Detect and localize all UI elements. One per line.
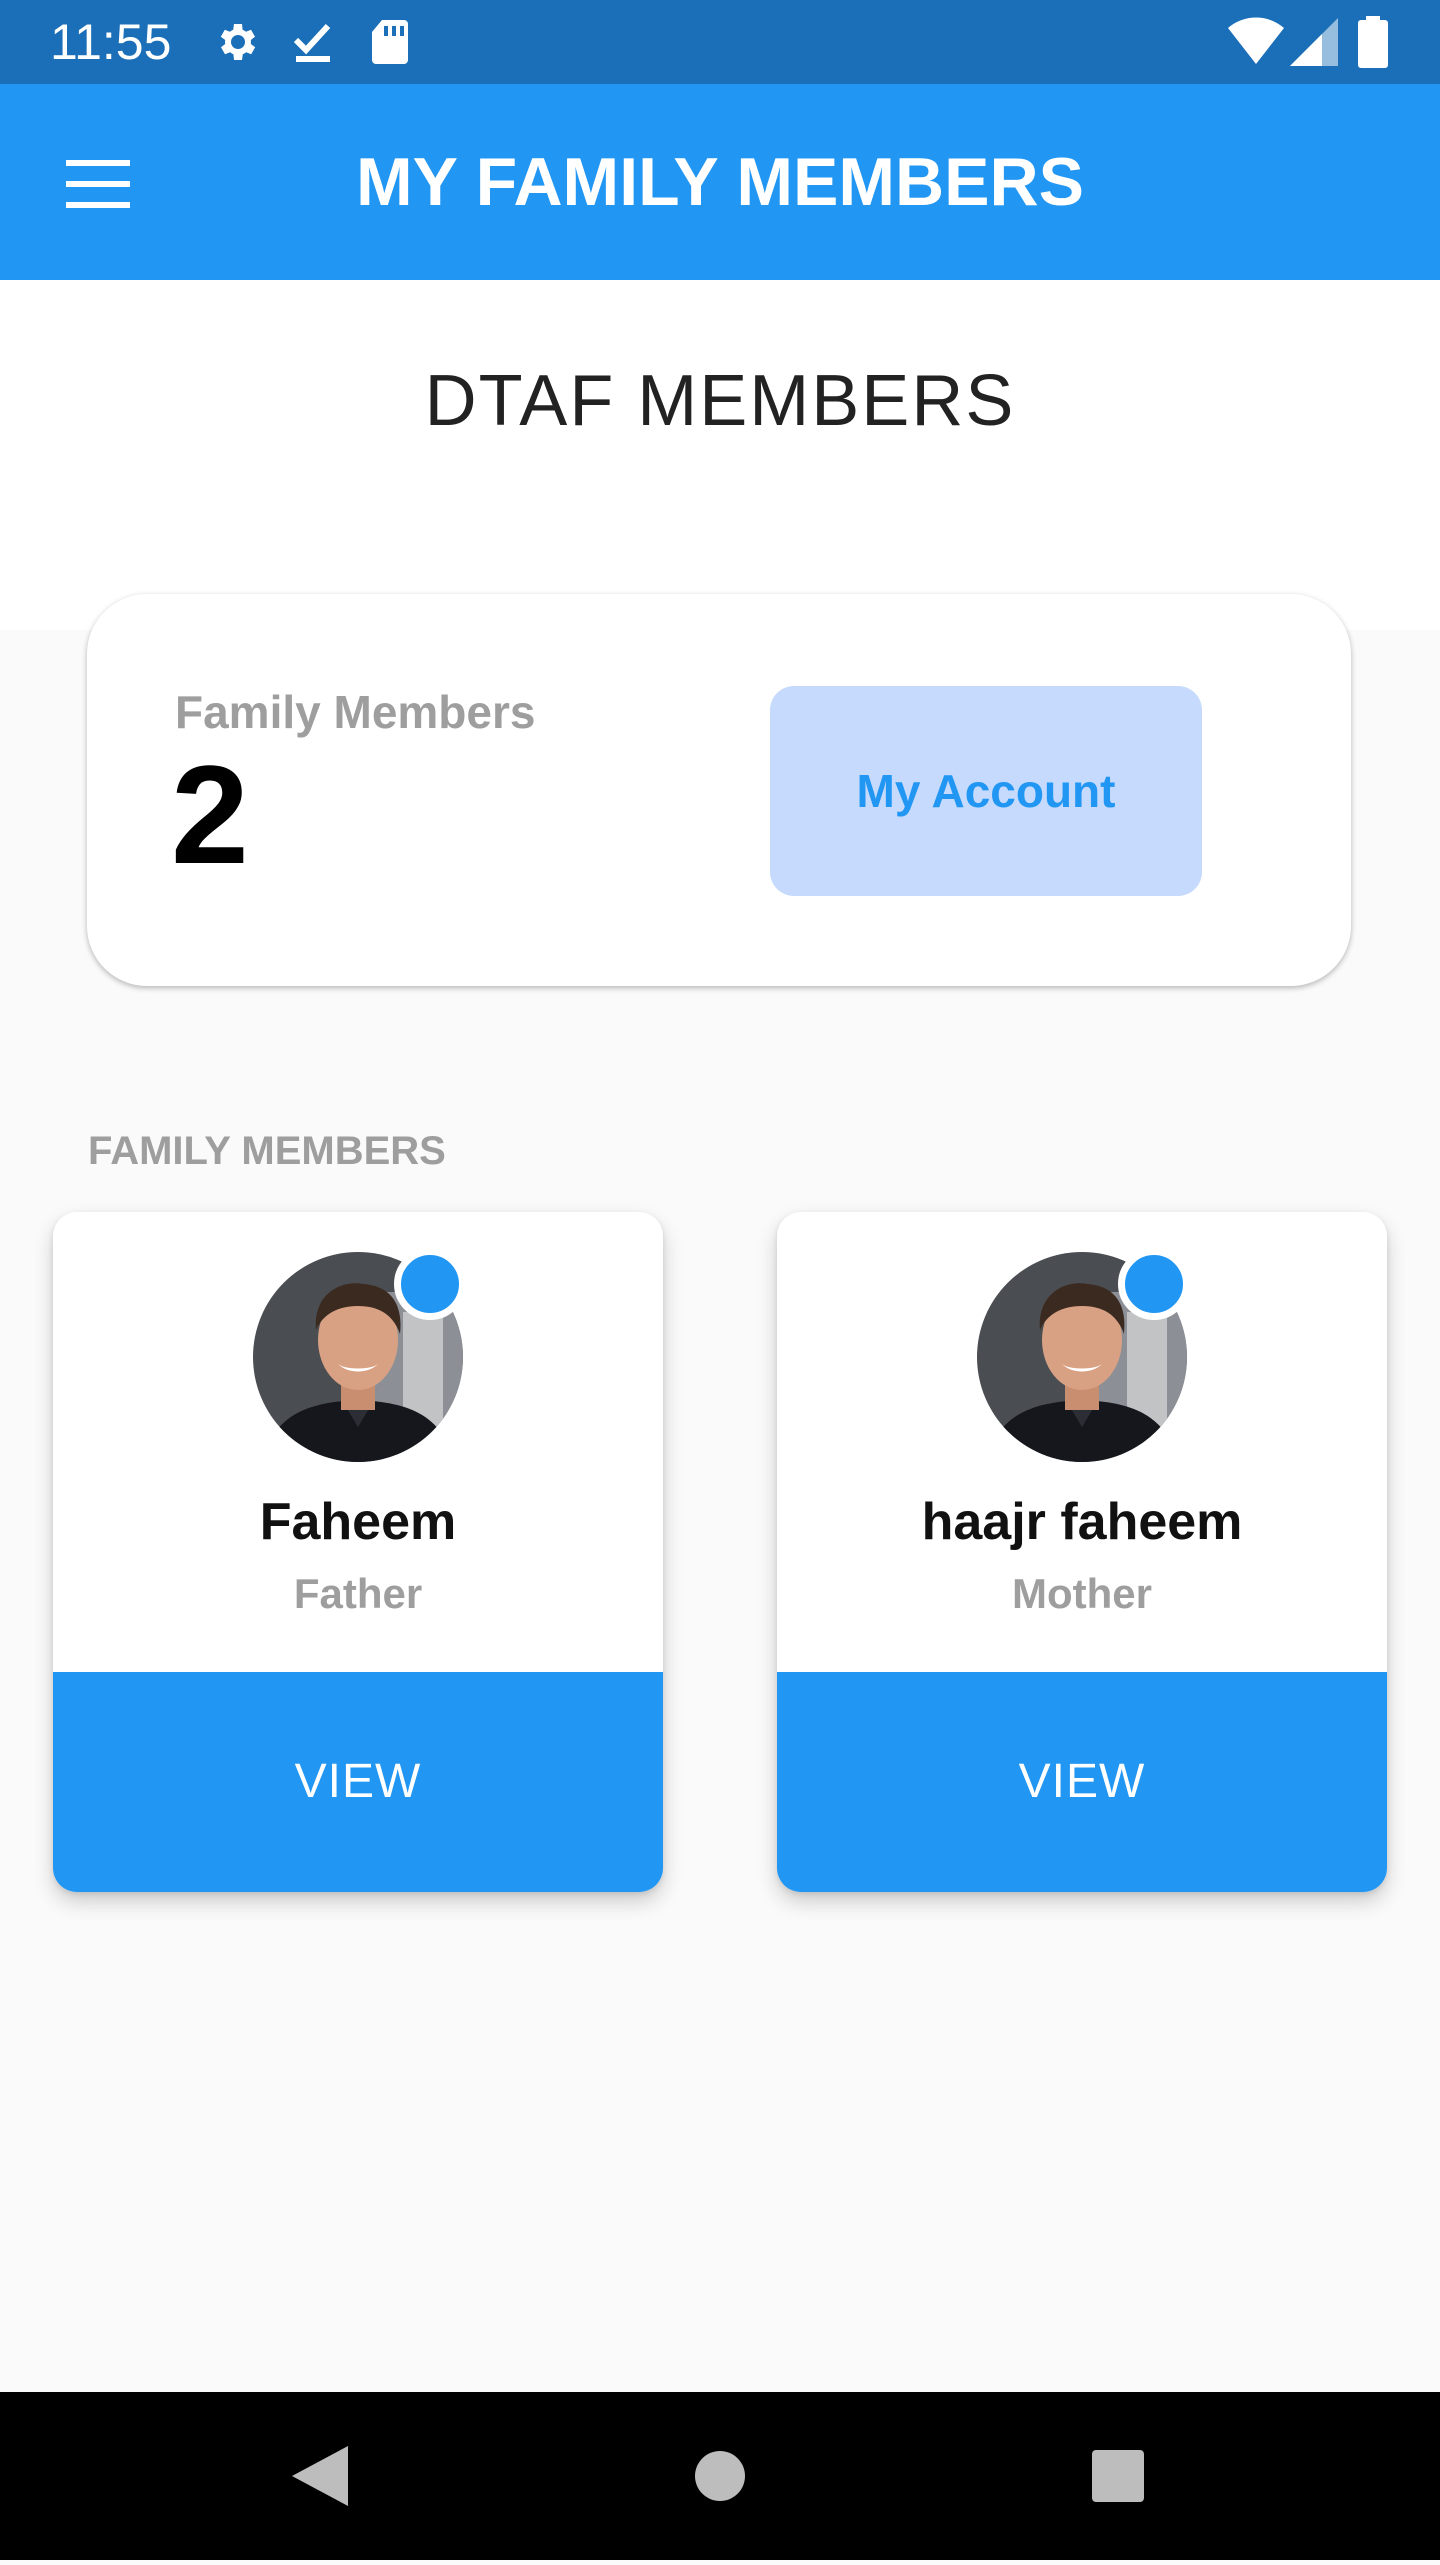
my-account-button[interactable]: My Account (770, 686, 1202, 896)
page-title: DTAF MEMBERS (424, 361, 1016, 441)
member-name: Faheem (259, 1493, 457, 1551)
home-icon (695, 2451, 745, 2501)
online-status-dot (1118, 1248, 1190, 1320)
recents-icon (1092, 2450, 1144, 2502)
battery-icon (1358, 16, 1388, 73)
navigation-bar (0, 2392, 1440, 2560)
download-done-icon (290, 18, 338, 71)
family-members-heading: FAMILY MEMBERS (88, 1129, 446, 1173)
family-members-label: Family Members (175, 686, 536, 738)
recents-button[interactable] (1018, 2392, 1218, 2560)
back-button[interactable] (220, 2392, 420, 2560)
status-time: 11:55 (50, 14, 172, 70)
signal-icon (1290, 18, 1338, 71)
member-relation: Father (293, 1570, 423, 1617)
member-card: haajr faheem Mother VIEW (777, 1212, 1387, 1892)
member-card: Faheem Father VIEW (53, 1212, 663, 1892)
member-name: haajr faheem (921, 1493, 1243, 1551)
back-icon (292, 2446, 348, 2506)
header-section: DTAF MEMBERS (0, 280, 1440, 630)
app-title: MY FAMILY MEMBERS (356, 144, 1084, 220)
sd-card-icon (368, 18, 412, 71)
family-members-count: 2 (171, 736, 249, 893)
view-button[interactable]: VIEW (53, 1672, 663, 1892)
wifi-icon (1228, 16, 1284, 71)
status-bar: 11:55 (0, 0, 1440, 84)
gear-icon (212, 18, 260, 71)
app-bar: MY FAMILY MEMBERS (0, 84, 1440, 280)
online-status-dot (394, 1248, 466, 1320)
member-relation: Mother (1012, 1570, 1152, 1617)
home-button[interactable] (620, 2392, 820, 2560)
view-button[interactable]: VIEW (777, 1672, 1387, 1892)
summary-card: Family Members 2 My Account (87, 594, 1351, 986)
